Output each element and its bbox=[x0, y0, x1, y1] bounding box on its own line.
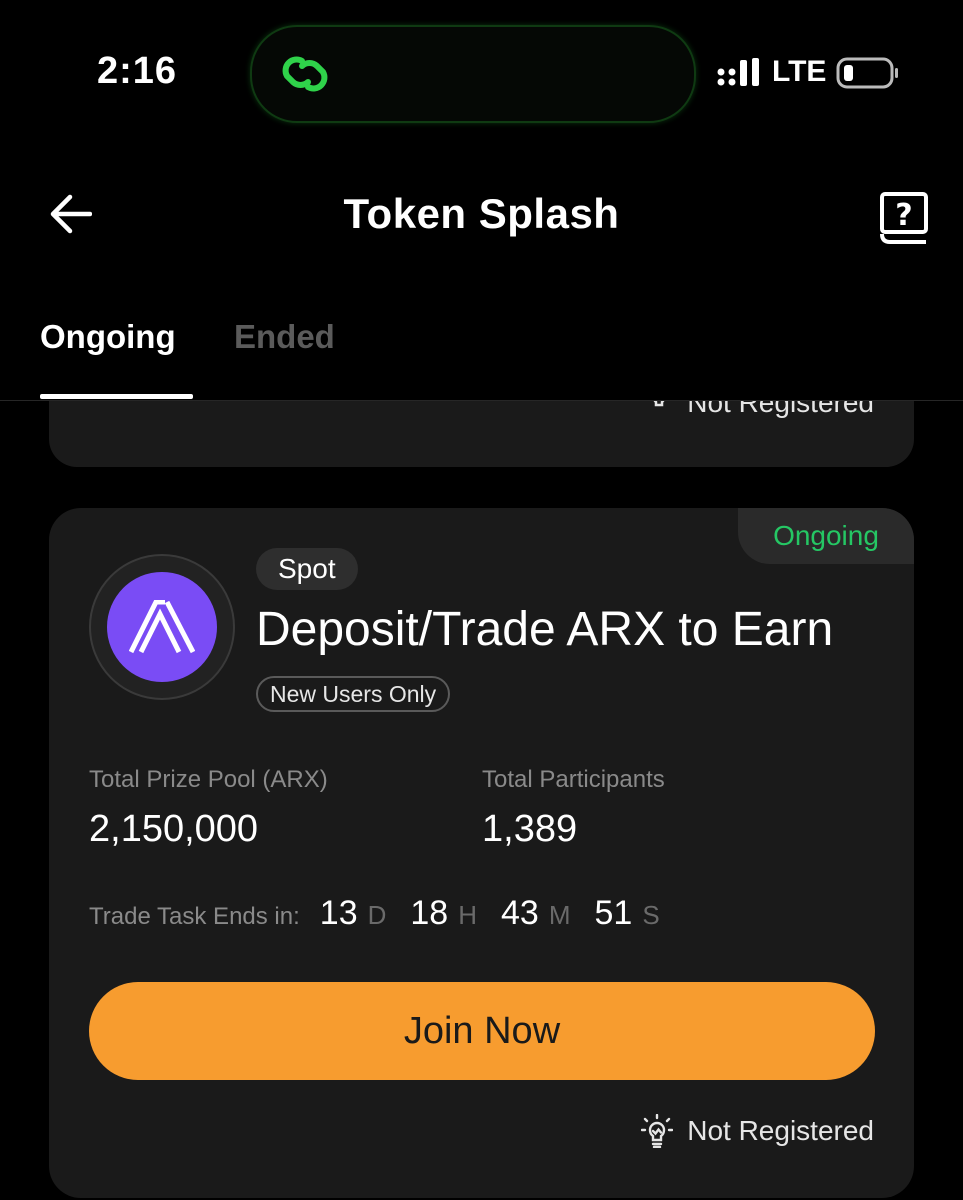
countdown-minutes: 43 bbox=[501, 894, 539, 932]
tab-ended[interactable]: Ended bbox=[234, 318, 335, 356]
tab-ongoing[interactable]: Ongoing bbox=[40, 318, 176, 356]
campaign-card[interactable]: Ongoing Spot Deposit/Trade ARX to Earn N… bbox=[49, 508, 914, 1198]
page-title: Token Splash bbox=[343, 190, 620, 237]
countdown-hours-unit: H bbox=[458, 900, 477, 930]
market-tag: Spot bbox=[256, 548, 358, 590]
countdown-minutes-unit: M bbox=[548, 900, 571, 930]
countdown-seconds-unit: S bbox=[642, 900, 660, 930]
previous-registration-label: Not Registered bbox=[687, 401, 874, 418]
countdown-days-unit: D bbox=[367, 900, 387, 930]
join-now-button[interactable]: Join Now bbox=[89, 982, 875, 1080]
dynamic-island bbox=[250, 25, 696, 123]
registration-label: Not Registered bbox=[687, 1115, 874, 1146]
previous-campaign-card[interactable]: Not Registered bbox=[49, 401, 914, 467]
registration-status: Not Registered bbox=[641, 1114, 874, 1148]
battery-icon bbox=[836, 57, 898, 89]
svg-text:?: ? bbox=[895, 198, 912, 233]
link-icon bbox=[282, 56, 328, 92]
countdown-seconds: 51 bbox=[594, 894, 633, 932]
participants-value: 1,389 bbox=[482, 808, 578, 850]
arx-logo-icon bbox=[129, 600, 195, 654]
countdown-label: Trade Task Ends in: bbox=[89, 903, 300, 930]
lightbulb-icon bbox=[653, 401, 665, 407]
help-book-icon[interactable]: ? bbox=[878, 190, 930, 246]
participants-label: Total Participants bbox=[482, 766, 665, 793]
countdown-days: 13 bbox=[319, 894, 358, 932]
countdown-timer: Trade Task Ends in: 13 D 18 H 43 M 51 S bbox=[89, 894, 684, 933]
audience-tag: New Users Only bbox=[256, 676, 451, 712]
network-label: LTE bbox=[772, 55, 827, 88]
prize-pool-value: 2,150,000 bbox=[89, 808, 259, 850]
previous-registration-status: Not Registered bbox=[645, 401, 874, 419]
active-tab-indicator bbox=[40, 394, 193, 399]
campaign-title: Deposit/Trade ARX to Earn bbox=[256, 603, 834, 656]
prize-pool-label: Total Prize Pool (ARX) bbox=[89, 766, 328, 793]
signal-icon bbox=[717, 58, 759, 86]
status-time: 2:16 bbox=[97, 50, 178, 92]
countdown-hours: 18 bbox=[410, 894, 449, 932]
lightbulb-icon bbox=[641, 1114, 674, 1148]
status-badge: Ongoing bbox=[738, 508, 914, 564]
token-logo bbox=[89, 554, 235, 700]
